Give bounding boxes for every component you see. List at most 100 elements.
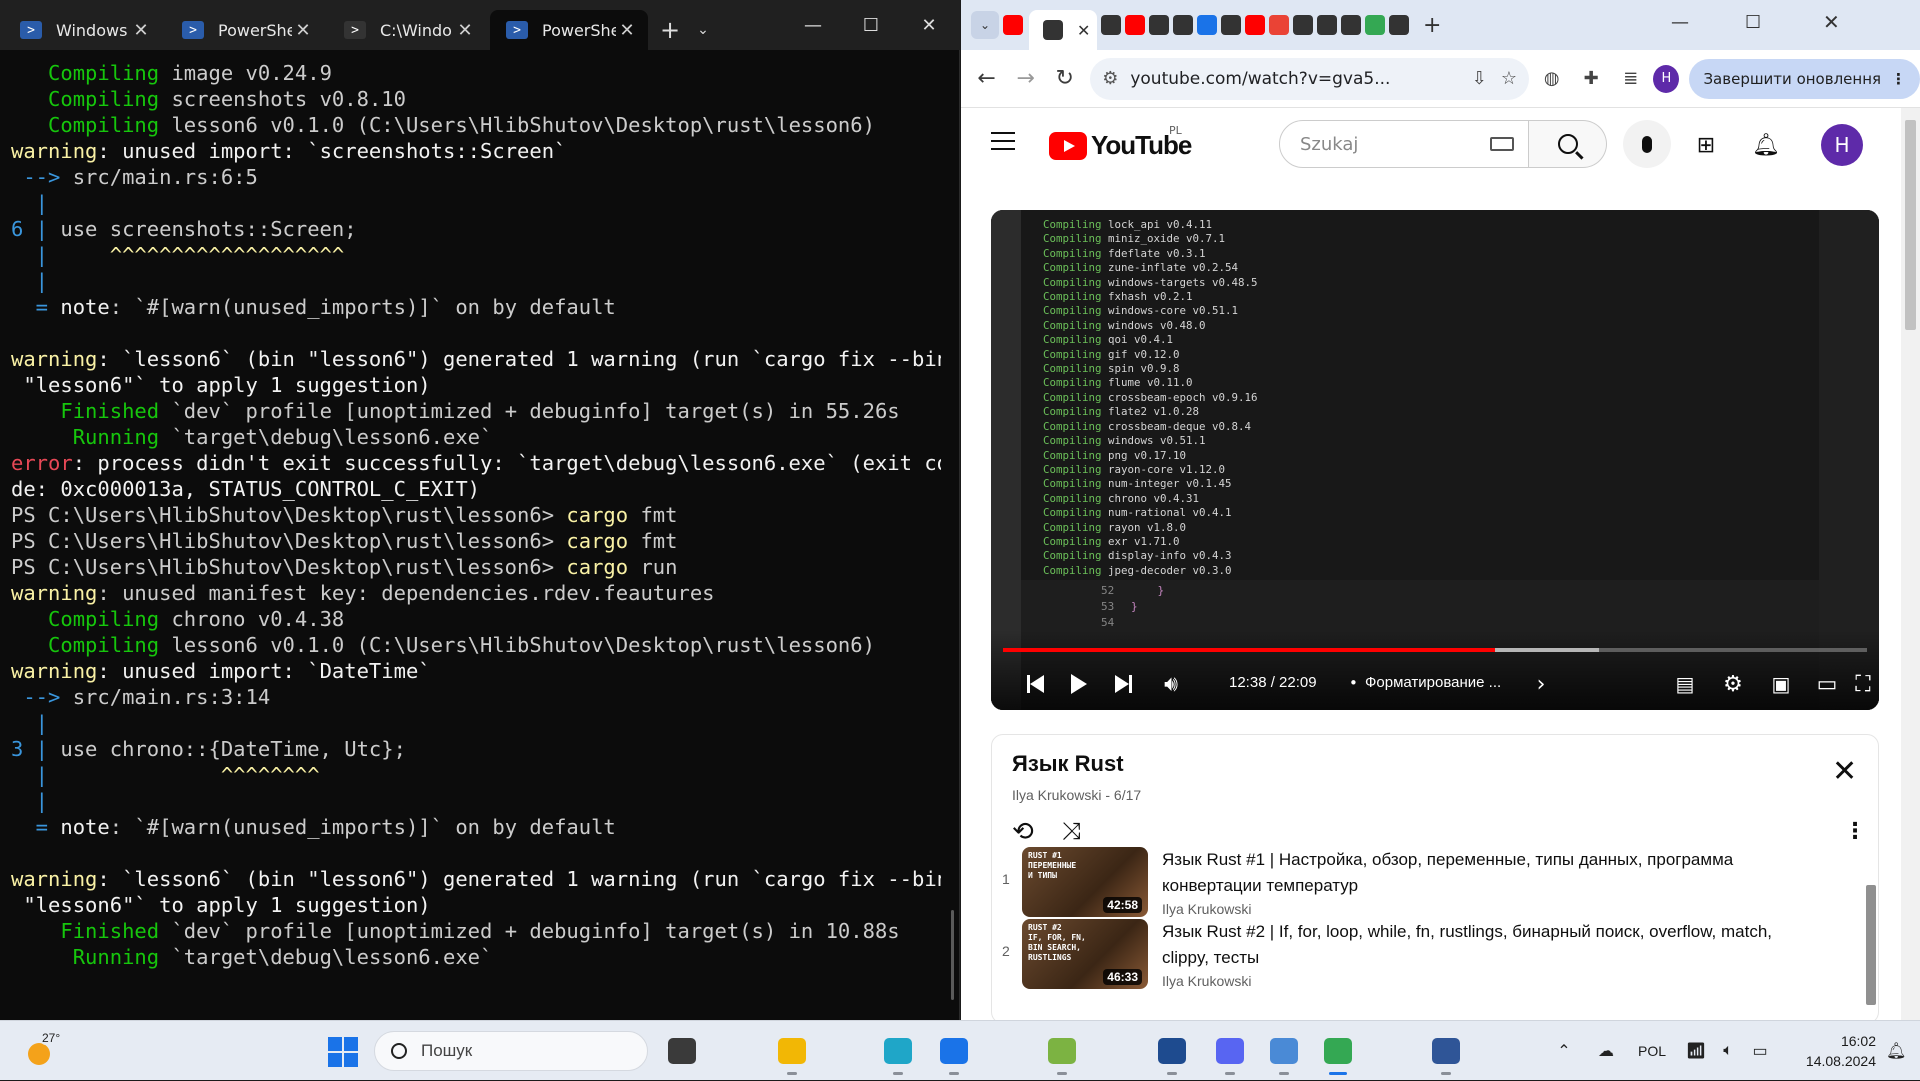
weather-widget[interactable]: 27° [26,1031,63,1065]
tab-favicon[interactable] [1365,15,1385,35]
chrome-taskbar-button[interactable] [1320,1033,1356,1075]
clock[interactable]: 16:02 14.08.2024 [1796,1031,1876,1071]
close-window-button[interactable]: ✕ [900,0,958,50]
account-avatar[interactable]: H [1821,124,1863,166]
notification-bell-icon[interactable]: 🔔︎ [1886,1041,1906,1060]
more-vert-icon[interactable]: ⋮ [1891,70,1906,88]
previous-video-button[interactable] [1015,664,1055,704]
tab-favicon[interactable] [1221,15,1241,35]
new-tab-button[interactable]: + [1423,13,1441,38]
media-control-icon[interactable]: ≣ [1614,61,1647,97]
close-icon[interactable]: ✕ [1077,21,1090,40]
playlist-item[interactable]: 2 RUST #2 IF, FOR, FN, BIN SEARCH, RUSTL… [992,911,1852,995]
speaker-icon[interactable]: 🔈︎ [1712,1042,1744,1060]
extensions-puzzle-icon[interactable]: ✚ [1574,61,1607,97]
playlist-scrollbar[interactable] [1863,865,1877,1020]
back-arrow-icon[interactable]: ← [967,58,1006,100]
tab-favicon[interactable] [1317,15,1337,35]
update-browser-button[interactable]: Завершити оновлення ⋮ [1689,58,1920,99]
tab-favicon[interactable] [1003,15,1023,35]
start-button[interactable] [328,1037,358,1067]
close-icon[interactable]: ✕ [454,20,476,41]
video-thumbnail[interactable]: RUST #1 ПЕРЕМЕННЫЕ И ТИПЫ 42:58 [1022,847,1148,917]
translate-extension-icon[interactable]: ◍ [1535,61,1568,97]
battery-icon[interactable]: ▭ [1744,1041,1776,1061]
close-playlist-icon[interactable]: ✕ [1832,757,1857,787]
reload-icon[interactable]: ↻ [1045,58,1084,100]
terminal-tab-active[interactable]: > PowerShe ✕ [490,10,648,50]
subtitles-icon[interactable]: ▤ [1665,664,1705,704]
terminal-tab[interactable]: > PowerShe ✕ [166,10,324,50]
keyboard-icon[interactable] [1490,137,1514,151]
blue-app-taskbar-button[interactable] [936,1033,972,1075]
maximize-button[interactable]: ☐ [842,0,900,50]
miniplayer-icon[interactable]: ▣ [1761,664,1801,704]
notepad-plus-taskbar-button[interactable] [1044,1033,1080,1075]
search-input[interactable]: Szukaj [1279,120,1529,168]
terminal-tab[interactable]: > C:\Windo ✕ [328,10,486,50]
close-icon[interactable]: ✕ [616,20,638,41]
tab-favicon[interactable] [1149,15,1169,35]
voice-search-button[interactable] [1623,120,1671,168]
tab-favicon[interactable] [1389,15,1409,35]
address-bar[interactable]: ⚙ youtube.com/watch?v=gva5... ⇩ ☆ [1090,57,1529,100]
forward-arrow-icon[interactable]: → [1006,58,1045,100]
tab-search-icon[interactable]: ⌄ [971,11,999,39]
fullscreen-icon[interactable]: ⛶ [1843,664,1879,704]
play-button[interactable] [1059,664,1099,704]
tab-favicon[interactable] [1269,15,1289,35]
video-title[interactable]: Язык Rust #2 | If, for, loop, while, fn,… [1162,919,1822,971]
taskbar-search[interactable]: Пошук [374,1031,648,1071]
profile-avatar[interactable]: H [1653,64,1680,93]
new-tab-button[interactable]: + [652,10,688,50]
minimize-button[interactable]: — [1671,12,1689,33]
create-video-icon[interactable]: ⊞ [1691,130,1721,160]
close-icon[interactable]: ✕ [130,20,152,41]
wifi-icon[interactable]: 📶︎ [1680,1041,1712,1061]
monitor-app-taskbar-button[interactable] [1266,1033,1302,1075]
search-button[interactable] [1529,120,1607,168]
terminal-scrollbar[interactable] [951,910,954,1000]
volume-icon[interactable]: 🔊︎ [1151,664,1191,704]
settings-gear-icon[interactable]: ⚙ [1713,664,1753,704]
network-app-taskbar-button[interactable] [1428,1033,1464,1075]
cloud-offline-icon[interactable]: ☁ [1590,1041,1622,1061]
maximize-button[interactable]: ☐ [1745,12,1761,33]
site-info-icon[interactable]: ⚙ [1102,68,1118,89]
terminal-tab[interactable]: > Windows ✕ [4,10,162,50]
browser-tab-active[interactable]: ✕ [1029,10,1097,50]
next-video-button[interactable] [1103,664,1143,704]
close-window-button[interactable]: ✕ [1823,10,1840,34]
close-icon[interactable]: ✕ [292,20,314,41]
tab-favicon[interactable] [1173,15,1193,35]
discord-taskbar-button[interactable] [1212,1033,1248,1075]
minimize-button[interactable]: — [784,0,842,50]
chapter-chevron-icon[interactable]: › [1521,664,1561,704]
chevron-up-icon[interactable]: ⌃ [1548,1041,1580,1061]
scrollbar-thumb[interactable] [1905,120,1916,330]
edge-taskbar-button[interactable] [880,1033,916,1075]
tab-favicon[interactable] [1341,15,1361,35]
video-player[interactable]: Compiling lock_api v0.4.11 Compiling mini… [991,210,1879,710]
progress-bar[interactable] [1003,648,1867,652]
tab-favicon[interactable] [1245,15,1265,35]
tab-favicon[interactable] [1125,15,1145,35]
tab-favicon[interactable] [1293,15,1313,35]
tab-favicon[interactable] [1197,15,1217,35]
tab-favicon[interactable] [1101,15,1121,35]
video-title[interactable]: Язык Rust #1 | Настройка, обзор, перемен… [1162,847,1822,899]
language-indicator[interactable]: POL [1638,1043,1666,1059]
theater-mode-icon[interactable]: ▭ [1807,664,1847,704]
tab-dropdown-button[interactable]: ⌄ [688,10,718,50]
terminal-output[interactable]: Compiling image v0.24.9 Compiling screen… [11,60,941,970]
file-explorer-taskbar-button[interactable] [774,1033,810,1075]
video-thumbnail[interactable]: RUST #2 IF, FOR, FN, BIN SEARCH, RUSTLIN… [1022,919,1148,989]
notifications-bell-icon[interactable]: 🔔︎ [1751,130,1781,160]
menu-icon[interactable] [991,132,1015,156]
page-scrollbar[interactable] [1901,108,1920,1020]
install-icon[interactable]: ⇩ [1472,68,1487,89]
task-view-taskbar-button[interactable] [664,1033,700,1069]
virtualbox-taskbar-button[interactable] [1154,1033,1190,1075]
chapter-title[interactable]: Форматирование ... [1365,674,1515,691]
bookmark-star-icon[interactable]: ☆ [1501,68,1517,89]
